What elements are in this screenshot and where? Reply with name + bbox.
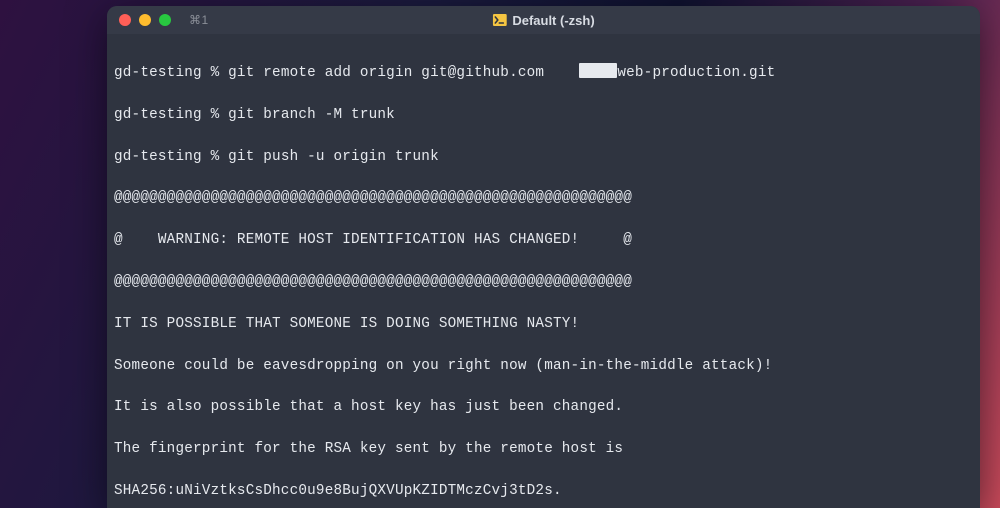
output-line: gd-testing % git branch -M trunk: [114, 105, 973, 126]
output-line: gd-testing % git remote add origin git@g…: [114, 63, 973, 84]
window-title: Default (-zsh): [492, 13, 594, 28]
tab-shortcut-hint: ⌘1: [189, 13, 209, 27]
close-icon[interactable]: [119, 14, 131, 26]
output-line: @ WARNING: REMOTE HOST IDENTIFICATION HA…: [114, 230, 973, 251]
output-line: SHA256:uNiVztksCsDhcc0u9e8BujQXVUpKZIDTM…: [114, 481, 973, 502]
terminal-window: ⌘1 Default (-zsh) gd-testing % git remot…: [107, 6, 980, 508]
output-line: gd-testing % git push -u origin trunk: [114, 147, 973, 168]
output-line: Someone could be eavesdropping on you ri…: [114, 356, 973, 377]
output-line: IT IS POSSIBLE THAT SOMEONE IS DOING SOM…: [114, 314, 973, 335]
traffic-lights: [119, 14, 171, 26]
output-line: @@@@@@@@@@@@@@@@@@@@@@@@@@@@@@@@@@@@@@@@…: [114, 272, 973, 293]
terminal-icon: [492, 14, 506, 26]
output-line: @@@@@@@@@@@@@@@@@@@@@@@@@@@@@@@@@@@@@@@@…: [114, 188, 973, 209]
titlebar: ⌘1 Default (-zsh): [107, 6, 980, 34]
terminal-output[interactable]: gd-testing % git remote add origin git@g…: [107, 34, 980, 508]
maximize-icon[interactable]: [159, 14, 171, 26]
minimize-icon[interactable]: [139, 14, 151, 26]
output-line: The fingerprint for the RSA key sent by …: [114, 439, 973, 460]
redacted-text: [579, 63, 617, 78]
window-title-text: Default (-zsh): [512, 13, 594, 28]
output-line: It is also possible that a host key has …: [114, 397, 973, 418]
